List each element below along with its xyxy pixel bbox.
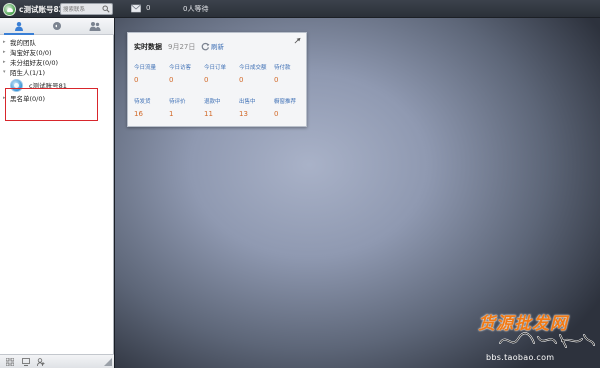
stat-label: 退款中 — [204, 99, 221, 105]
stat-value: 0 — [134, 76, 139, 84]
stat-pending-payment[interactable]: 待付款 0 — [274, 63, 312, 84]
search-icon[interactable] — [102, 5, 110, 13]
group-taobao-friends[interactable]: ▸ 淘宝好友(0/0) — [0, 47, 114, 57]
group-ungrouped-friends[interactable]: ▸ 未分组好友(0/0) — [0, 57, 114, 67]
mail-count: 0 — [146, 4, 151, 12]
stat-label: 出售中 — [239, 99, 256, 105]
stat-value: 0 — [204, 76, 209, 84]
stat-label: 今日订单 — [204, 65, 227, 71]
stat-value: 13 — [239, 110, 248, 118]
add-contact-icon[interactable] — [37, 358, 45, 366]
watermark: 货源批发网 bbs.taobao.com — [478, 309, 598, 367]
stat-value: 0 — [169, 76, 174, 84]
group-label: 淘宝好友(0/0) — [10, 49, 52, 57]
stat-label: 待发货 — [134, 99, 151, 105]
stat-label: 今日访客 — [169, 65, 192, 71]
card-date: 9月27日 — [168, 43, 196, 51]
refresh-label: 刷新 — [211, 43, 224, 51]
account-name: c测试账号82 — [19, 4, 64, 14]
group-label: 我的团队 — [10, 39, 36, 47]
stat-value: 0 — [239, 76, 244, 84]
stat-label: 待付款 — [274, 65, 291, 71]
group-label: 陌生人(1/1) — [10, 69, 46, 77]
expand-arrow-icon[interactable]: ▸ — [3, 49, 10, 55]
person-icon — [15, 22, 23, 31]
refresh-button[interactable]: 刷新 — [201, 41, 224, 51]
expand-arrow-icon[interactable]: ▸ — [3, 39, 10, 45]
chat-bubble-icon — [53, 22, 61, 30]
resize-grip-icon[interactable] — [104, 358, 112, 366]
realtime-data-card: 实时数据 9月27日 刷新 今日流量 0 今日访客 0 今日订单 0 今日成交额 — [127, 32, 307, 127]
stat-today-traffic[interactable]: 今日流量 0 — [134, 63, 172, 84]
stat-label: 橱窗推荐 — [274, 99, 297, 105]
monitor-icon[interactable] — [22, 358, 30, 366]
watermark-url: bbs.taobao.com — [486, 353, 555, 362]
contacts-tabs — [0, 18, 114, 35]
tab-contacts[interactable] — [0, 18, 38, 35]
panel-bottom-bar — [0, 354, 114, 368]
stat-pending-shipment[interactable]: 待发货 16 — [134, 97, 172, 118]
card-title: 实时数据 — [134, 43, 162, 51]
collapse-arrow-icon[interactable]: ▾ — [3, 69, 10, 75]
stat-value: 0 — [274, 110, 279, 118]
stat-today-sales[interactable]: 今日成交额 0 — [239, 63, 277, 84]
stat-value: 11 — [204, 110, 213, 118]
stat-value: 0 — [274, 76, 279, 84]
mail-icon[interactable] — [131, 4, 141, 13]
grid-icon[interactable] — [6, 358, 14, 366]
wangwang-logo-icon — [3, 2, 16, 16]
group-strangers[interactable]: ▾ 陌生人(1/1) — [0, 67, 114, 77]
group-icon — [89, 22, 101, 31]
group-label: 未分组好友(0/0) — [10, 59, 59, 67]
refresh-icon — [201, 42, 210, 50]
stat-label: 待评价 — [169, 99, 186, 105]
stat-today-visitors[interactable]: 今日访客 0 — [169, 63, 207, 84]
stat-pending-review[interactable]: 待评价 1 — [169, 97, 207, 118]
tab-groups[interactable] — [76, 18, 114, 34]
stat-today-orders[interactable]: 今日订单 0 — [204, 63, 242, 84]
watermark-signature-icon — [499, 332, 595, 348]
stat-value: 1 — [169, 110, 174, 118]
stat-refunding[interactable]: 退款中 11 — [204, 97, 242, 118]
pin-icon[interactable] — [294, 37, 301, 44]
stat-on-sale[interactable]: 出售中 13 — [239, 97, 277, 118]
stat-value: 16 — [134, 110, 143, 118]
contacts-panel: ▸ 我的团队 ▸ 淘宝好友(0/0) ▸ 未分组好友(0/0) ▾ 陌生人(1/… — [0, 18, 114, 368]
search-input[interactable] — [63, 5, 101, 14]
expand-arrow-icon[interactable]: ▸ — [3, 59, 10, 65]
stat-window-recommend[interactable]: 橱窗推荐 0 — [274, 97, 312, 118]
waiting-count[interactable]: 0人等待 — [183, 4, 208, 14]
top-bar: c测试账号82 ▾ 0 0人等待 — [0, 0, 600, 18]
highlight-box — [5, 88, 98, 121]
stat-label: 今日流量 — [134, 65, 157, 71]
stat-label: 今日成交额 — [239, 65, 267, 71]
tab-recent-chats[interactable] — [38, 18, 76, 34]
search-box[interactable] — [60, 3, 113, 15]
group-my-team[interactable]: ▸ 我的团队 — [0, 37, 114, 47]
